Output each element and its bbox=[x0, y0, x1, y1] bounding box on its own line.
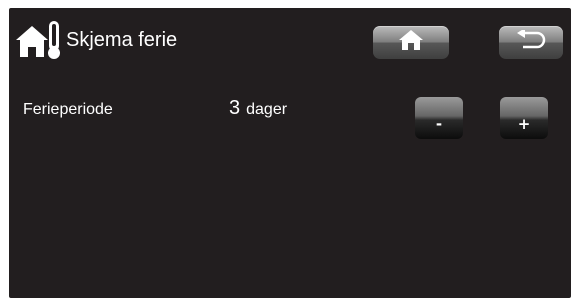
setting-label: Ferieperiode bbox=[23, 101, 113, 118]
increase-button[interactable]: + bbox=[500, 97, 548, 139]
setting-value: 3 bbox=[229, 97, 241, 119]
back-button[interactable] bbox=[499, 26, 563, 59]
display-screen: Skjema ferie Ferieperiode 3 dager - + bbox=[9, 8, 571, 298]
page-title: Skjema ferie bbox=[66, 29, 178, 51]
setting-value-display: 3 dager bbox=[229, 96, 287, 122]
header-bar: Skjema ferie bbox=[9, 8, 571, 78]
home-button[interactable] bbox=[373, 26, 449, 59]
plus-icon: + bbox=[517, 114, 531, 133]
house-thermometer-icon bbox=[16, 20, 64, 60]
home-icon bbox=[398, 29, 424, 56]
minus-icon: - bbox=[435, 114, 443, 133]
decrease-button[interactable]: - bbox=[415, 97, 463, 139]
return-arrow-icon bbox=[515, 28, 547, 55]
setting-unit: dager bbox=[246, 101, 288, 118]
